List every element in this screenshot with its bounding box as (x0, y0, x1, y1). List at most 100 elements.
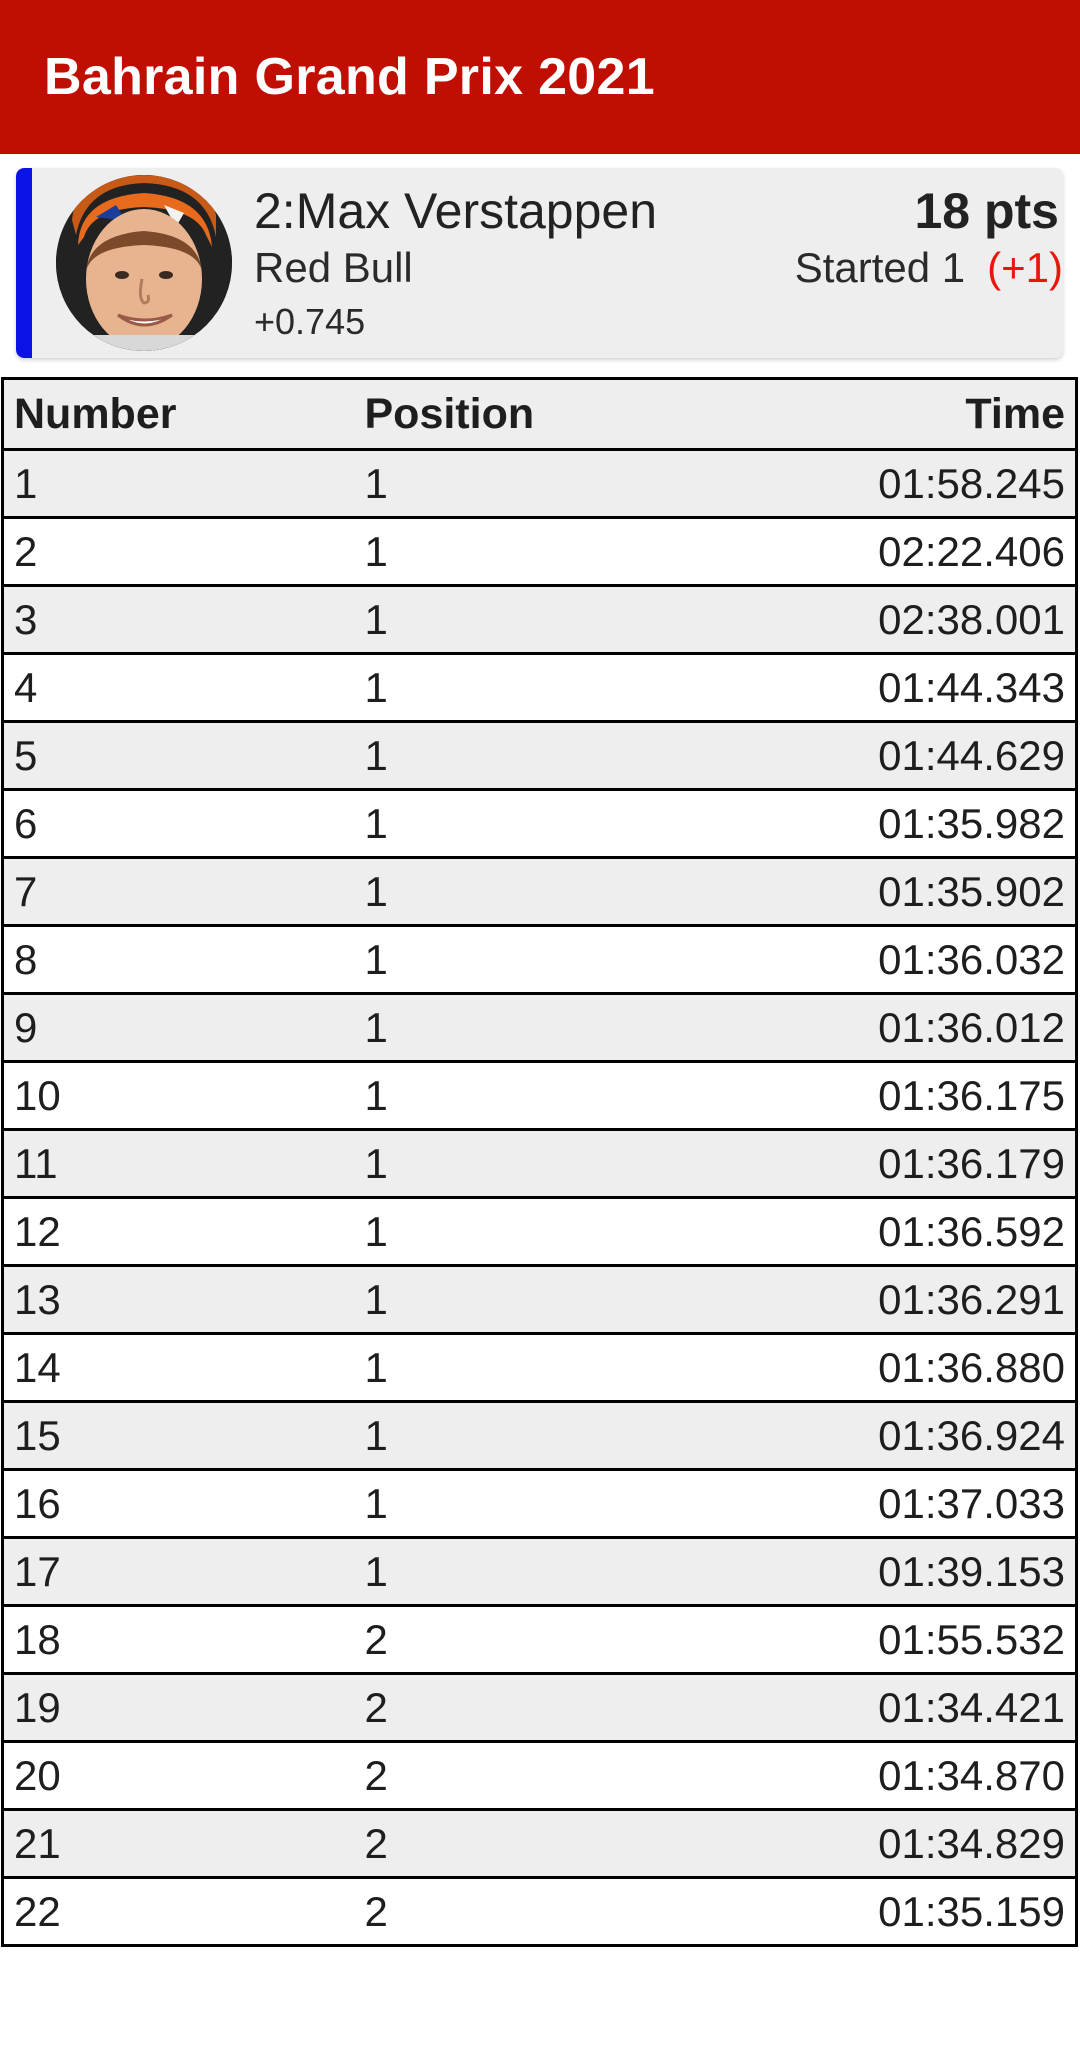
cell-lap-time: 01:34.870 (706, 1740, 1078, 1811)
cell-position: 1 (354, 1196, 707, 1267)
cell-lap-time: 02:22.406 (706, 516, 1078, 587)
cell-lap-time: 01:36.592 (706, 1196, 1078, 1267)
cell-position: 1 (354, 1128, 707, 1199)
cell-lap-number: 3 (1, 584, 355, 655)
table-row[interactable]: 1 1 01:58.245 (1, 448, 1078, 519)
cell-lap-time: 01:44.629 (706, 720, 1078, 791)
table-row[interactable]: 21 2 01:34.829 (1, 1808, 1078, 1879)
cell-position: 1 (354, 992, 707, 1063)
cell-lap-number: 13 (1, 1264, 355, 1335)
cell-position: 1 (354, 448, 707, 519)
cell-position: 2 (354, 1876, 707, 1947)
table-row[interactable]: 7 1 01:35.902 (1, 856, 1078, 927)
avatar-image (56, 175, 232, 351)
table-row[interactable]: 22 2 01:35.159 (1, 1876, 1078, 1947)
table-row[interactable]: 19 2 01:34.421 (1, 1672, 1078, 1743)
cell-position: 1 (354, 1400, 707, 1471)
cell-lap-time: 01:36.880 (706, 1332, 1078, 1403)
team-color-stripe (16, 168, 32, 358)
table-row[interactable]: 18 2 01:55.532 (1, 1604, 1078, 1675)
table-row[interactable]: 11 1 01:36.179 (1, 1128, 1078, 1199)
cell-lap-time: 01:35.982 (706, 788, 1078, 859)
cell-lap-number: 5 (1, 720, 355, 791)
driver-gap: +0.745 (254, 301, 366, 342)
cell-position: 1 (354, 1332, 707, 1403)
cell-lap-time: 01:36.012 (706, 992, 1078, 1063)
cell-lap-time: 01:36.924 (706, 1400, 1078, 1471)
table-row[interactable]: 2 1 02:22.406 (1, 516, 1078, 587)
cell-lap-time: 02:38.001 (706, 584, 1078, 655)
cell-lap-number: 11 (1, 1128, 355, 1199)
table-row[interactable]: 3 1 02:38.001 (1, 584, 1078, 655)
cell-lap-number: 2 (1, 516, 355, 587)
cell-lap-number: 8 (1, 924, 355, 995)
table-row[interactable]: 6 1 01:35.982 (1, 788, 1078, 859)
app-bar: Bahrain Grand Prix 2021 (0, 0, 1080, 154)
cell-lap-time: 01:39.153 (706, 1536, 1078, 1607)
started-position: Started 1 (794, 244, 966, 291)
cell-position: 1 (354, 516, 707, 587)
driver-name: 2:Max Verstappen (254, 183, 658, 239)
cell-lap-number: 18 (1, 1604, 355, 1675)
cell-lap-number: 20 (1, 1740, 355, 1811)
cell-lap-number: 17 (1, 1536, 355, 1607)
cell-position: 1 (354, 652, 707, 723)
header-time[interactable]: Time (706, 377, 1078, 451)
cell-lap-number: 22 (1, 1876, 355, 1947)
cell-lap-number: 14 (1, 1332, 355, 1403)
lap-times-table: Number Position Time 1 1 01:58.245 2 1 02:22.… (1, 377, 1078, 1947)
driver-card[interactable]: 2:Max Verstappen Red Bull +0.745 18 pts … (16, 168, 1063, 358)
table-row[interactable]: 10 1 01:36.175 (1, 1060, 1078, 1131)
position-change: (+1) (987, 244, 1063, 291)
header-number[interactable]: Number (1, 377, 355, 451)
table-row[interactable]: 5 1 01:44.629 (1, 720, 1078, 791)
cell-lap-time: 01:35.902 (706, 856, 1078, 927)
cell-lap-number: 21 (1, 1808, 355, 1879)
cell-lap-time: 01:55.532 (706, 1604, 1078, 1675)
table-row[interactable]: 8 1 01:36.032 (1, 924, 1078, 995)
cell-lap-time: 01:36.291 (706, 1264, 1078, 1335)
cell-position: 1 (354, 1536, 707, 1607)
page-title: Bahrain Grand Prix 2021 (44, 48, 655, 106)
cell-position: 2 (354, 1808, 707, 1879)
table-row[interactable]: 15 1 01:36.924 (1, 1400, 1078, 1471)
cell-position: 1 (354, 720, 707, 791)
cell-lap-time: 01:36.175 (706, 1060, 1078, 1131)
cell-lap-number: 12 (1, 1196, 355, 1267)
table-row[interactable]: 9 1 01:36.012 (1, 992, 1078, 1063)
cell-lap-time: 01:34.829 (706, 1808, 1078, 1879)
table-row[interactable]: 14 1 01:36.880 (1, 1332, 1078, 1403)
cell-lap-time: 01:36.179 (706, 1128, 1078, 1199)
cell-lap-number: 15 (1, 1400, 355, 1471)
table-row[interactable]: 13 1 01:36.291 (1, 1264, 1078, 1335)
cell-lap-number: 19 (1, 1672, 355, 1743)
table-row[interactable]: 12 1 01:36.592 (1, 1196, 1078, 1267)
cell-lap-number: 16 (1, 1468, 355, 1539)
table-row[interactable]: 16 1 01:37.033 (1, 1468, 1078, 1539)
driver-points: 18 pts (914, 183, 1059, 239)
cell-position: 1 (354, 1060, 707, 1131)
cell-position: 1 (354, 856, 707, 927)
cell-lap-time: 01:44.343 (706, 652, 1078, 723)
cell-lap-number: 6 (1, 788, 355, 859)
cell-position: 1 (354, 584, 707, 655)
start-info: Started 1 (+1) (795, 244, 1063, 292)
table-body: 1 1 01:58.245 2 1 02:22.406 3 1 02:38.001 4 1 01:44… (1, 448, 1078, 1947)
cell-position: 2 (354, 1740, 707, 1811)
driver-portrait-icon (56, 175, 232, 351)
cell-position: 1 (354, 1468, 707, 1539)
cell-lap-number: 9 (1, 992, 355, 1063)
cell-position: 1 (354, 1264, 707, 1335)
cell-lap-time: 01:36.032 (706, 924, 1078, 995)
header-position[interactable]: Position (354, 377, 707, 451)
cell-lap-number: 1 (1, 448, 355, 519)
cell-lap-time: 01:37.033 (706, 1468, 1078, 1539)
table-row[interactable]: 17 1 01:39.153 (1, 1536, 1078, 1607)
table-row[interactable]: 4 1 01:44.343 (1, 652, 1078, 723)
table-row[interactable]: 20 2 01:34.870 (1, 1740, 1078, 1811)
table-header-row: Number Position Time (1, 377, 1078, 451)
cell-position: 1 (354, 924, 707, 995)
cell-position: 2 (354, 1672, 707, 1743)
cell-position: 2 (354, 1604, 707, 1675)
cell-lap-time: 01:35.159 (706, 1876, 1078, 1947)
